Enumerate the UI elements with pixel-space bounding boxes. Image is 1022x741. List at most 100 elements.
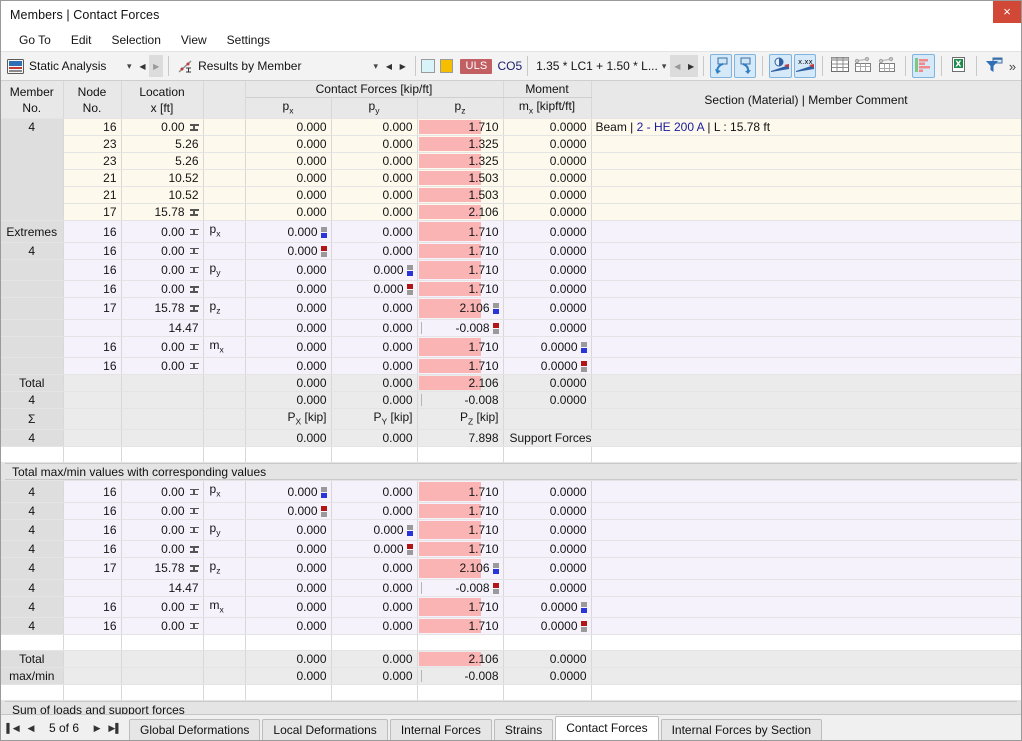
cell-member-no[interactable]: 4 — [1, 502, 64, 520]
cell-py[interactable]: 0.000 — [331, 357, 418, 375]
table-row-extreme[interactable]: 16 0.00 py 0.000 0.000 1.710 0.0000 — [1, 259, 1021, 282]
cell-pz[interactable]: 1.503 — [417, 169, 504, 188]
cell-pz[interactable]: 2.106 — [417, 203, 504, 222]
col-header-py[interactable]: py — [331, 97, 418, 120]
cell-pz[interactable]: 2.106 — [417, 557, 504, 580]
cell-location[interactable]: 0.00 — [121, 617, 204, 635]
table-row-maxmin[interactable]: 4 16 0.00 0.000 0.000 1.710 0.0000 — [1, 540, 1021, 559]
analysis-next-button[interactable]: ▶ — [149, 55, 164, 77]
tab-local-deformations[interactable]: Local Deformations — [262, 719, 388, 740]
table-row[interactable]: 23 5.26 0.000 0.000 1.325 0.0000 — [1, 152, 1021, 171]
cell-pz[interactable]: 1.710 — [417, 118, 504, 137]
tab-internal-forces-by-section[interactable]: Internal Forces by Section — [660, 719, 822, 740]
cell-pz[interactable]: 1.710 — [417, 357, 504, 375]
menu-item-settings[interactable]: Settings — [217, 31, 280, 49]
cell-pz[interactable]: 1.710 — [417, 540, 504, 559]
cell-section[interactable] — [591, 135, 1021, 154]
cell-px[interactable]: 0.000 — [245, 374, 332, 392]
table-row[interactable]: 17 15.78 0.000 0.000 2.106 0.0000 — [1, 203, 1021, 222]
cell-node-no[interactable]: 17 — [63, 203, 122, 222]
cell-px[interactable]: 0.000 — [245, 617, 332, 635]
cell-node-no[interactable]: 16 — [63, 502, 122, 520]
cell-pz[interactable]: 1.710 — [417, 617, 504, 635]
cell-node-no[interactable]: 16 — [63, 220, 122, 243]
cell-mx[interactable]: 0.0000 — [503, 596, 592, 618]
table-row-extreme[interactable]: 17 15.78 pz 0.000 0.000 2.106 0.0000 — [1, 297, 1021, 320]
table-row[interactable]: 21 10.52 0.000 0.000 1.503 0.0000 — [1, 186, 1021, 205]
table-row-maxmin[interactable]: 4 16 0.00 mx 0.000 0.000 1.710 0.0000 — [1, 596, 1021, 618]
cell-section[interactable] — [591, 579, 1021, 597]
combination-prev-button[interactable]: ◀ — [670, 55, 685, 77]
cell-pz[interactable]: 1.710 — [417, 242, 504, 260]
cell-location[interactable]: 5.26 — [121, 152, 204, 171]
cell-node-no[interactable]: 21 — [63, 169, 122, 188]
cell-px[interactable]: 0.000 — [245, 280, 332, 299]
cell-member-no[interactable]: 4 — [1, 540, 64, 559]
first-page-button[interactable]: ▌◀ — [5, 718, 21, 738]
cell-section[interactable] — [591, 357, 1021, 375]
cell-node-no[interactable]: 16 — [63, 118, 122, 137]
cell-py[interactable]: 0.000 — [331, 186, 418, 205]
cell-location[interactable]: 15.78 — [121, 297, 204, 320]
cell-section[interactable] — [591, 203, 1021, 222]
cell-location[interactable]: 0.00 — [121, 280, 204, 299]
analysis-prev-button[interactable]: ◀ — [136, 55, 150, 77]
result-view-chevron-down-icon[interactable]: ▾ — [370, 61, 383, 72]
cell-py[interactable]: 0.000 — [331, 391, 418, 409]
cell-node-no[interactable]: 16 — [63, 480, 122, 503]
cell-location[interactable]: 0.00 — [121, 336, 204, 358]
cell-pz[interactable]: 2.106 — [417, 650, 504, 668]
cell-px[interactable]: 0.000 — [245, 319, 332, 337]
cell-node-no[interactable] — [63, 319, 122, 337]
cell-sum-py[interactable]: 0.000 — [331, 429, 418, 448]
cell-pz[interactable]: 1.710 — [417, 280, 504, 299]
col-header-symbol[interactable] — [203, 81, 246, 120]
cell-mx[interactable]: 0.0000 — [503, 391, 592, 409]
cell-mx[interactable]: 0.0000 — [503, 617, 592, 635]
cell-node-no[interactable]: 16 — [63, 519, 122, 542]
cell-section[interactable] — [591, 297, 1021, 320]
next-page-button[interactable]: ▶ — [89, 718, 105, 738]
cell-location[interactable]: 10.52 — [121, 186, 204, 205]
cell-px[interactable]: 0.000 — [245, 650, 332, 668]
cell-mx[interactable]: 0.0000 — [503, 540, 592, 559]
cell-px[interactable]: 0.000 — [245, 336, 332, 358]
analysis-type-chevron-down-icon[interactable]: ▾ — [123, 61, 136, 72]
cell-section[interactable] — [591, 186, 1021, 205]
cell-location[interactable]: 0.00 — [121, 357, 204, 375]
show-numeric-values-button[interactable]: x.xx — [793, 54, 816, 78]
table-row-maxmin[interactable]: 4 16 0.00 py 0.000 0.000 1.710 0.0000 — [1, 519, 1021, 542]
cell-location[interactable]: 0.00 — [121, 118, 204, 137]
cell-node-no[interactable]: 21 — [63, 186, 122, 205]
cell-py[interactable]: 0.000 — [331, 617, 418, 635]
cell-section[interactable]: Beam | 2 - HE 200 A | L : 15.78 ft — [591, 118, 1021, 137]
combination-chevron-down-icon[interactable]: ▾ — [658, 61, 671, 72]
cell-node-no[interactable]: 17 — [63, 557, 122, 580]
cell-px[interactable]: 0.000 — [245, 169, 332, 188]
cell-pz[interactable]: 1.325 — [417, 135, 504, 154]
cell-mx[interactable]: 0.0000 — [503, 297, 592, 320]
cell-pz[interactable]: 1.325 — [417, 152, 504, 171]
cell-py[interactable]: 0.000 — [331, 280, 418, 299]
cell-section[interactable] — [591, 152, 1021, 171]
cell-section[interactable] — [591, 259, 1021, 282]
table-row-maxmin[interactable]: 4 16 0.00 px 0.000 0.000 1.710 0.0000 — [1, 480, 1021, 503]
color-bars-button[interactable] — [912, 54, 935, 78]
cell-px[interactable]: 0.000 — [245, 259, 332, 282]
cell-mx[interactable]: 0.0000 — [503, 319, 592, 337]
cell-py[interactable]: 0.000 — [331, 650, 418, 668]
cell-node-no[interactable]: 17 — [63, 297, 122, 320]
col-header-section[interactable]: Section (Material) | Member Comment — [591, 81, 1021, 120]
cell-location[interactable]: 10.52 — [121, 169, 204, 188]
cell-py[interactable]: 0.000 — [331, 667, 418, 685]
cell-mx[interactable]: 0.0000 — [503, 203, 592, 222]
col-header-pz[interactable]: pz — [417, 97, 504, 120]
cell-px[interactable]: 0.000 — [245, 519, 332, 542]
col-header-px[interactable]: px — [245, 97, 332, 120]
cell-node-no[interactable]: 23 — [63, 135, 122, 154]
cell-py[interactable]: 0.000 — [331, 480, 418, 503]
table-row-extreme[interactable]: 16 0.00 0.000 0.000 1.710 0.0000 — [1, 280, 1021, 299]
cell-section[interactable] — [591, 242, 1021, 260]
cell-mx[interactable]: 0.0000 — [503, 118, 592, 137]
table-row-maxmin[interactable]: 4 14.47 0.000 0.000 -0.008 0.0000 — [1, 579, 1021, 597]
